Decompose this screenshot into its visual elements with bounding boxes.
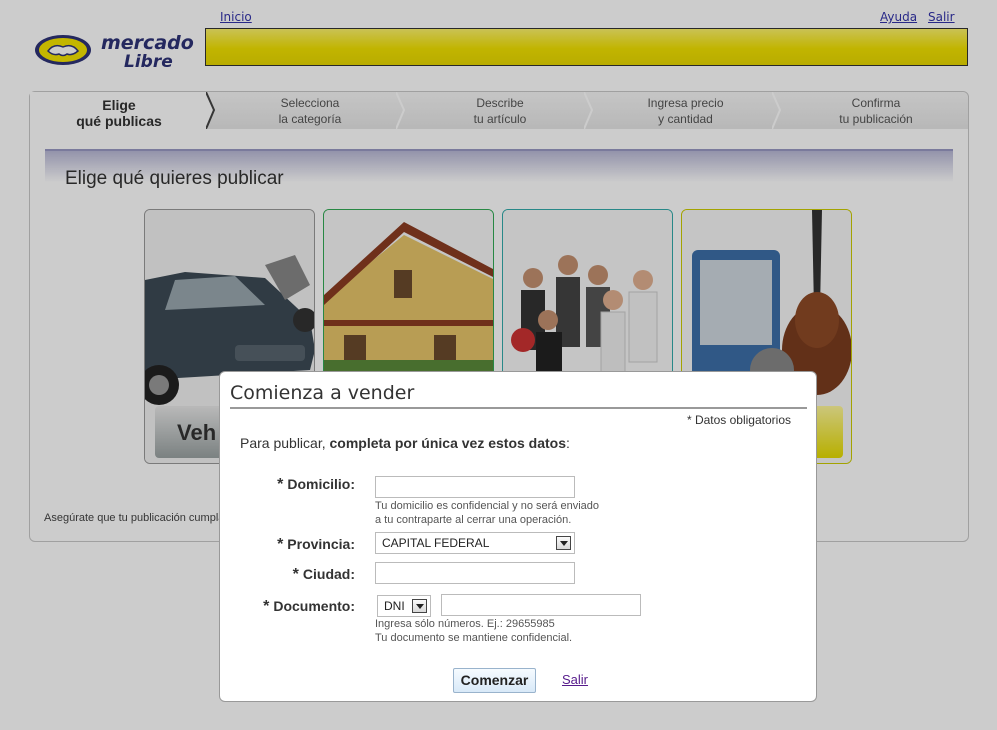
city-label: * Ciudad: bbox=[240, 566, 355, 584]
document-label: * Documento: bbox=[240, 598, 355, 616]
province-label: * Provincia: bbox=[240, 536, 355, 554]
required-star: * bbox=[277, 536, 284, 553]
address-hint-line2: a tu contraparte al cerrar una operación… bbox=[375, 514, 572, 526]
province-select[interactable]: CAPITAL FEDERAL bbox=[375, 532, 575, 554]
address-label-text: Domicilio: bbox=[287, 476, 355, 492]
document-type-value: DNI bbox=[384, 599, 405, 613]
dialog-intro: Para publicar, completa por única vez es… bbox=[240, 435, 570, 451]
address-hint: Tu domicilio es confidencial y no será e… bbox=[375, 499, 599, 527]
required-star: * bbox=[277, 476, 284, 493]
start-selling-dialog: Comienza a vender * Datos obligatorios P… bbox=[219, 371, 817, 702]
intro-suffix: : bbox=[566, 435, 570, 451]
city-input[interactable] bbox=[375, 562, 575, 584]
document-hint-line2: Tu documento se mantiene confidencial. bbox=[375, 632, 573, 644]
document-number-input[interactable] bbox=[441, 594, 641, 616]
dialog-title: Comienza a vender bbox=[230, 382, 415, 404]
title-divider bbox=[230, 407, 807, 409]
address-label: * Domicilio: bbox=[240, 476, 355, 494]
document-hint: Ingresa sólo números. Ej.: 29655985 Tu d… bbox=[375, 617, 572, 645]
address-input[interactable] bbox=[375, 476, 575, 498]
required-star: * bbox=[292, 566, 299, 583]
province-selected-value: CAPITAL FEDERAL bbox=[382, 536, 490, 550]
chevron-down-icon[interactable] bbox=[412, 599, 427, 613]
intro-prefix: Para publicar, bbox=[240, 435, 330, 451]
address-hint-line1: Tu domicilio es confidencial y no será e… bbox=[375, 500, 599, 512]
city-label-text: Ciudad: bbox=[302, 566, 355, 582]
document-label-text: Documento: bbox=[273, 598, 355, 614]
required-fields-note: * Datos obligatorios bbox=[686, 413, 791, 427]
chevron-down-icon[interactable] bbox=[556, 536, 571, 550]
document-type-select[interactable]: DNI bbox=[377, 595, 431, 617]
exit-link[interactable]: Salir bbox=[562, 672, 588, 687]
start-button[interactable]: Comenzar bbox=[453, 668, 536, 693]
intro-bold: completa por única vez estos datos bbox=[329, 435, 567, 451]
province-label-text: Provincia: bbox=[287, 536, 355, 552]
document-hint-line1: Ingresa sólo números. Ej.: 29655985 bbox=[375, 618, 555, 630]
required-star: * bbox=[263, 598, 270, 615]
